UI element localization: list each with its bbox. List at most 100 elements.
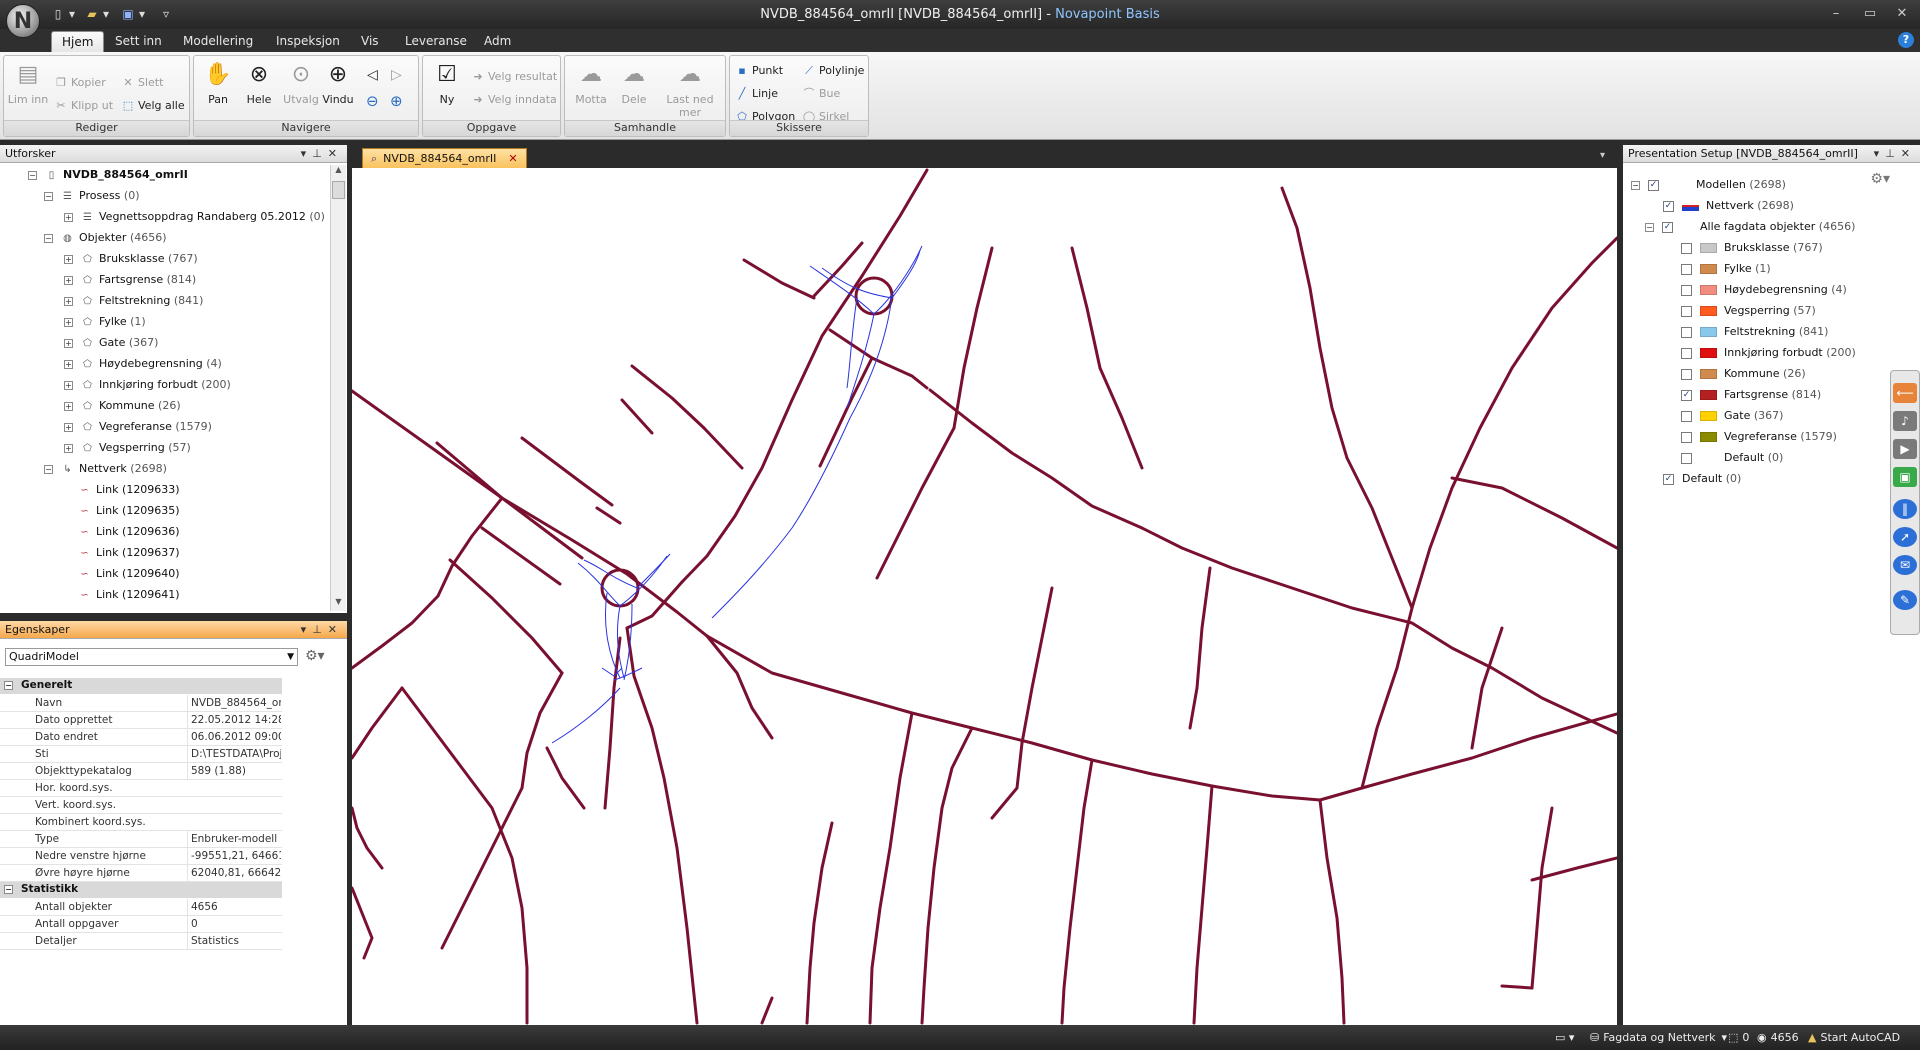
start-autocad-button[interactable]: ▲ Start AutoCAD — [1808, 1031, 1900, 1044]
layer-row[interactable]: Feltstrekning (841) — [1681, 323, 1828, 340]
explorer-scrollbar[interactable]: ▲ ▼ — [330, 165, 346, 611]
road-segment[interactable] — [990, 741, 1024, 820]
property-row[interactable]: Navn NVDB_884564_omrII — [0, 695, 282, 712]
tree-item[interactable]: − ☰ Prosess (0) — [44, 187, 140, 204]
receive-button[interactable]: ☁ Motta — [569, 60, 613, 106]
tree-item[interactable]: + ⬠ Fylke (1) — [64, 313, 146, 330]
property-row[interactable]: Nedre venstre hjørne -99551,21, 6466105,5… — [0, 848, 282, 865]
road-segment[interactable] — [480, 526, 562, 586]
property-row[interactable]: Kombinert koord.sys. — [0, 814, 282, 831]
tab-inspeksjon[interactable]: Inspeksjon — [266, 31, 350, 52]
property-row[interactable]: Øvre høyre hjørne 62040,81, 6664216,89, 8… — [0, 865, 282, 882]
sketch-point-button[interactable]: ▪ Punkt — [735, 62, 783, 80]
road-segment[interactable] — [625, 626, 699, 1025]
layer-row[interactable]: Vegsperring (57) — [1681, 302, 1816, 319]
app-menu-button[interactable]: N — [6, 4, 40, 38]
tree-item[interactable]: ∽ Link (1209636) — [78, 523, 179, 540]
tree-item[interactable]: ∽ Link (1209633) — [78, 481, 179, 498]
sketch-line-button[interactable]: ╱ Linje — [735, 85, 778, 103]
tab-hjem[interactable]: Hjem — [51, 31, 105, 52]
road-segment[interactable] — [920, 726, 974, 1025]
road-segment[interactable] — [928, 388, 1144, 530]
layer-checkbox[interactable] — [1681, 347, 1692, 359]
road-segment[interactable] — [860, 168, 929, 278]
screen-share-icon[interactable]: ▣ — [1893, 467, 1917, 487]
road-segment[interactable] — [595, 506, 622, 525]
layer-row[interactable]: − ✓ Alle fagdata objekter (4656) — [1645, 218, 1855, 235]
road-segment[interactable] — [875, 426, 956, 580]
road-segment[interactable] — [1450, 476, 1617, 550]
layer-checkbox[interactable]: ✓ — [1663, 200, 1674, 212]
scroll-thumb[interactable] — [332, 181, 345, 199]
collapse-icon[interactable]: − — [4, 681, 13, 690]
cut-button[interactable]: ✂ Klipp ut — [54, 97, 113, 115]
expand-icon[interactable]: + — [64, 254, 73, 264]
layer-checkbox[interactable] — [1681, 452, 1692, 464]
road-segment[interactable] — [520, 671, 564, 790]
gear-icon[interactable]: ⚙▾ — [305, 648, 325, 664]
road-segment[interactable] — [440, 786, 524, 950]
road-segment[interactable] — [805, 821, 834, 1025]
scroll-up-icon[interactable]: ▲ — [331, 165, 346, 179]
tree-item[interactable]: ∽ Link (1209641) — [78, 586, 179, 603]
road-segment[interactable] — [352, 806, 384, 870]
collapse-icon[interactable]: − — [4, 885, 13, 894]
network-link[interactable] — [821, 249, 921, 299]
zoom-out-button[interactable]: ⊖ — [366, 92, 379, 110]
tab-vis[interactable]: Vis — [351, 31, 389, 52]
property-section-header[interactable]: − Statistikk — [0, 882, 282, 898]
road-segment[interactable] — [352, 389, 709, 638]
road-segment[interactable] — [1360, 236, 1617, 790]
road-segment[interactable] — [545, 746, 586, 810]
roundabout[interactable] — [854, 276, 894, 316]
tree-item[interactable]: + ⬠ Gate (367) — [64, 334, 158, 351]
road-segment[interactable] — [742, 258, 816, 300]
expand-icon[interactable]: + — [64, 212, 73, 222]
select-all-button[interactable]: ⬚ Velg alle — [121, 97, 185, 115]
roundabout[interactable] — [600, 568, 640, 608]
panel-dropdown-icon[interactable]: ▾ — [301, 147, 313, 160]
layer-checkbox[interactable]: ✓ — [1662, 221, 1673, 233]
layer-row[interactable]: Høydebegrensning (4) — [1681, 281, 1847, 298]
status-mode[interactable]: ⛁ Fagdata og Nettverk ▾ — [1590, 1031, 1727, 1044]
road-segment[interactable] — [352, 886, 374, 960]
layer-row[interactable]: ✓ Default (0) — [1663, 470, 1741, 487]
scroll-down-icon[interactable]: ▼ — [331, 597, 346, 611]
road-segment[interactable] — [702, 426, 744, 470]
network-link[interactable] — [711, 295, 893, 619]
tree-item[interactable]: ∽ Link (1209640) — [78, 565, 179, 582]
paste-button[interactable]: ▤ Lim inn — [6, 60, 50, 106]
collapse-icon[interactable]: − — [28, 170, 37, 180]
property-row[interactable]: Antall oppgaver 0 — [0, 916, 282, 933]
layer-checkbox[interactable] — [1681, 284, 1692, 296]
expand-icon[interactable]: + — [64, 275, 73, 285]
map-canvas[interactable] — [352, 168, 1617, 1025]
zoom-in-button[interactable]: ⊕ — [390, 92, 403, 110]
pin-icon[interactable]: ⊥ — [312, 147, 328, 160]
property-row[interactable]: Hor. koord.sys. — [0, 780, 282, 797]
road-segment[interactable] — [1070, 246, 1102, 370]
road-segment[interactable] — [1060, 758, 1094, 1025]
expand-icon[interactable]: + — [64, 359, 73, 369]
new-task-button[interactable]: ☑ Ny — [425, 60, 469, 106]
collapse-icon[interactable]: − — [44, 233, 53, 243]
layer-checkbox[interactable] — [1681, 263, 1692, 275]
collapse-icon[interactable]: − — [1645, 222, 1654, 232]
layer-row[interactable]: Innkjøring forbudt (200) — [1681, 344, 1856, 361]
road-segment[interactable] — [1280, 186, 1414, 610]
tree-item[interactable]: − ▯ NVDB_884564_omrII — [28, 166, 188, 183]
panel-dropdown-icon[interactable]: ▾ — [1874, 147, 1886, 160]
status-layout-icon[interactable]: ▭ ▾ — [1555, 1031, 1574, 1044]
close-tab-icon[interactable]: ✕ — [508, 152, 517, 165]
delete-button[interactable]: ✕ Slett — [121, 74, 163, 92]
layer-checkbox[interactable] — [1681, 305, 1692, 317]
layer-checkbox[interactable]: ✓ — [1648, 179, 1659, 191]
sketch-arc-button[interactable]: ⌒ Bue — [802, 85, 841, 103]
select-result-button[interactable]: ➜ Velg resultat — [471, 68, 557, 86]
layer-checkbox[interactable]: ✓ — [1681, 389, 1692, 401]
camera-icon[interactable]: ▶ — [1893, 439, 1917, 459]
expand-icon[interactable]: + — [64, 422, 73, 432]
tree-item[interactable]: + ☰ Vegnettsoppdrag Randaberg 05.2012 (0) — [64, 208, 325, 225]
zoom-window-button[interactable]: ⊕ Vindu — [316, 60, 360, 106]
road-segment[interactable] — [818, 356, 874, 468]
